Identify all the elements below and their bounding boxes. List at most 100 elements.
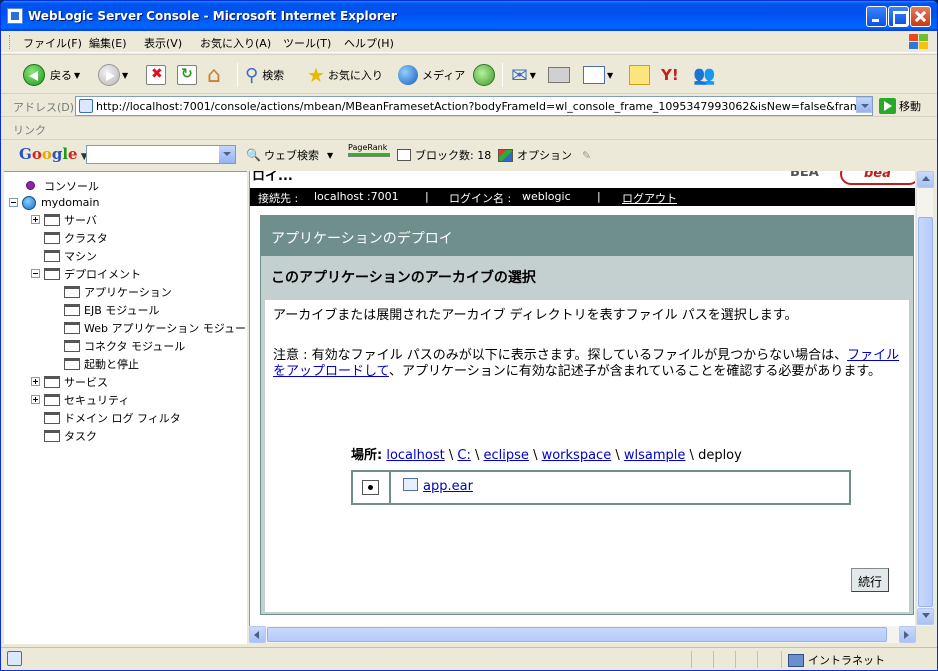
chevron-up-icon: [922, 176, 930, 181]
folder-icon: [64, 303, 80, 316]
file-radio-button[interactable]: [362, 480, 379, 495]
location-label: 場所:: [351, 448, 383, 463]
scroll-down-button[interactable]: [917, 608, 934, 625]
google-search-input[interactable]: [86, 145, 236, 164]
tree-item-deployments[interactable]: デプロイメント: [31, 265, 141, 282]
menu-tools[interactable]: ツール(T): [283, 35, 331, 51]
address-input[interactable]: http://localhost:7001/console/actions/mb…: [75, 96, 873, 116]
mail-button[interactable]: ✉ ▼: [511, 62, 536, 88]
path-link-eclipse[interactable]: eclipse: [484, 448, 529, 463]
folder-icon: [44, 231, 60, 244]
tree-item-applications[interactable]: アプリケーション: [64, 283, 172, 300]
chevron-right-icon: [904, 631, 909, 639]
home-icon: ⌂: [207, 62, 221, 88]
tree-item-ejb-modules[interactable]: EJB モジュール: [64, 301, 159, 318]
tree-item-tasks[interactable]: タスク: [44, 427, 97, 444]
title-bar: WebLogic Server Console - Microsoft Inte…: [1, 1, 937, 31]
scroll-up-button[interactable]: [917, 171, 934, 188]
path-link-wlsample[interactable]: wlsample: [624, 448, 686, 463]
archive-icon: [403, 478, 418, 491]
options-button[interactable]: オプション ✎: [498, 147, 591, 163]
windows-logo-icon: [907, 33, 929, 51]
menu-file[interactable]: ファイル(F): [23, 35, 82, 51]
vertical-scrollbar[interactable]: [916, 171, 934, 626]
tree-item-services[interactable]: サービス: [31, 373, 108, 390]
discuss-button[interactable]: [629, 62, 650, 88]
expand-icon[interactable]: [31, 395, 40, 404]
menu-view[interactable]: 表示(V): [144, 35, 182, 51]
vertical-scroll-thumb[interactable]: [918, 217, 933, 607]
highlight-icon[interactable]: ✎: [582, 149, 591, 162]
go-arrow-icon: [879, 98, 896, 114]
yahoo-button[interactable]: Y!: [661, 62, 679, 88]
path-separator: \: [474, 448, 480, 463]
collapse-icon[interactable]: [9, 198, 18, 207]
chevron-down-icon[interactable]: [219, 146, 235, 163]
star-icon: ★: [307, 63, 325, 87]
media-button[interactable]: メディア: [398, 62, 465, 88]
folder-icon: [64, 339, 80, 352]
messenger-button[interactable]: 👥: [693, 62, 715, 88]
web-search-button[interactable]: 🔍 ウェブ検索 ▼: [246, 147, 333, 163]
folder-icon: [44, 249, 60, 262]
refresh-button[interactable]: ↻: [177, 62, 197, 88]
tree-item-servers[interactable]: サーバ: [31, 211, 97, 228]
tree-item-web-modules[interactable]: Web アプリケーション モジュール: [64, 319, 247, 336]
tree-item-machines[interactable]: マシン: [44, 247, 97, 264]
file-link-app-ear[interactable]: app.ear: [423, 479, 473, 494]
instruction-text: アーカイブまたは展開されたアーカイブ ディレクトリを表すファイル パスを選択しま…: [273, 308, 798, 323]
forward-button[interactable]: ▼: [98, 62, 128, 88]
search-button[interactable]: ⚲ 検索: [245, 62, 284, 88]
pagerank-indicator[interactable]: PageRank: [348, 144, 390, 157]
back-button[interactable]: 戻る ▼: [23, 62, 80, 88]
menu-help[interactable]: ヘルプ(H): [344, 35, 394, 51]
tree-label: クラスタ: [64, 231, 108, 245]
close-button[interactable]: [910, 6, 931, 27]
minimize-button[interactable]: [866, 6, 887, 27]
tree-item-security[interactable]: セキュリティ: [31, 391, 129, 408]
google-logo[interactable]: Google ▼: [19, 145, 88, 163]
tree-label: コンソール: [44, 179, 99, 193]
scroll-right-button[interactable]: [899, 626, 916, 643]
tree-item-domain-log-filter[interactable]: ドメイン ログ フィルタ: [44, 409, 181, 426]
path-link-workspace[interactable]: workspace: [542, 448, 612, 463]
expand-icon[interactable]: [31, 215, 40, 224]
tree-item-domain[interactable]: mydomain: [9, 194, 99, 211]
horizontal-scrollbar[interactable]: [249, 626, 916, 643]
print-button[interactable]: [548, 62, 570, 88]
stop-button[interactable]: ✖: [146, 62, 166, 88]
folder-open-icon: [44, 267, 60, 280]
stop-icon: ✖: [146, 65, 166, 85]
folder-icon: [44, 213, 60, 226]
options-label: オプション: [517, 149, 572, 162]
continue-button[interactable]: 続行: [851, 568, 889, 592]
login-label: ログイン名 :: [449, 192, 512, 205]
maximize-button[interactable]: [888, 6, 909, 27]
home-button[interactable]: ⌂: [207, 62, 221, 88]
collapse-icon[interactable]: [31, 269, 40, 278]
logout-link[interactable]: ログアウト: [622, 190, 677, 206]
path-link-c[interactable]: C:: [457, 448, 470, 463]
expand-icon[interactable]: [31, 377, 40, 386]
scroll-left-button[interactable]: [249, 626, 266, 643]
horizontal-scroll-thumb[interactable]: [267, 627, 887, 642]
go-button[interactable]: 移動: [879, 98, 921, 114]
links-label[interactable]: リンク: [13, 122, 46, 138]
tree-item-console[interactable]: コンソール: [26, 177, 99, 194]
pagerank-label: PageRank: [348, 143, 388, 152]
folder-icon: [64, 285, 80, 298]
address-dropdown-button[interactable]: [856, 97, 872, 113]
history-button[interactable]: [473, 62, 495, 88]
path-link-localhost[interactable]: localhost: [386, 448, 444, 463]
edit-button[interactable]: ▼: [583, 62, 613, 88]
globe-icon: [22, 195, 36, 210]
favorites-button[interactable]: ★ お気に入り: [307, 62, 383, 88]
table-row-select-cell: [353, 472, 391, 503]
tree-item-start-stop[interactable]: 起動と停止: [64, 355, 139, 372]
tree-item-connector-modules[interactable]: コネクタ モジュール: [64, 337, 185, 354]
tree-item-clusters[interactable]: クラスタ: [44, 229, 108, 246]
menu-favorites[interactable]: お気に入り(A): [200, 35, 271, 51]
popup-blocker-button[interactable]: ブロック数: 18: [397, 147, 491, 163]
status-bar: イントラネット: [1, 647, 937, 670]
menu-edit[interactable]: 編集(E): [89, 35, 127, 51]
